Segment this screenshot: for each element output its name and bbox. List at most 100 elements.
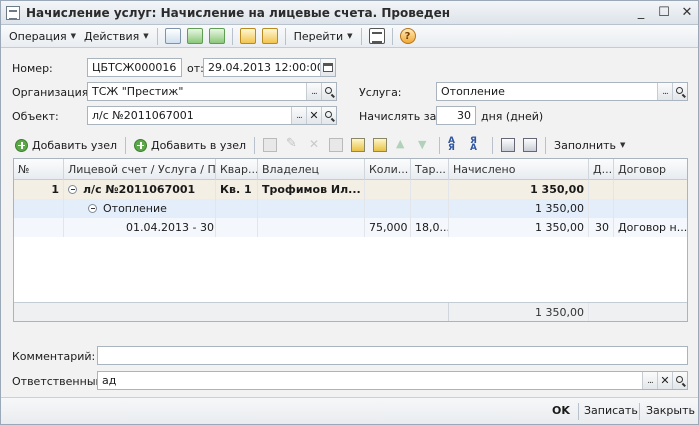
object-open-button[interactable] <box>321 107 336 124</box>
cell-apartment <box>216 199 258 218</box>
delete-icon[interactable] <box>307 137 321 152</box>
close-button[interactable]: Закрыть <box>646 404 695 417</box>
window-title: Начисление услуг: Начисление на лицевые … <box>26 6 451 20</box>
organization-label: Организация: <box>12 86 93 99</box>
object-field[interactable]: л/с №2011067001 ... ✕ <box>87 106 337 125</box>
search-icon <box>675 87 683 94</box>
move-down-icon[interactable] <box>417 138 431 152</box>
cell-contract <box>614 180 687 199</box>
object-clear-button[interactable]: ✕ <box>306 107 321 124</box>
organization-field[interactable]: ТСЖ "Престиж" ... <box>87 82 337 101</box>
calendar-button[interactable] <box>320 59 335 76</box>
service-open-button[interactable] <box>672 83 687 100</box>
responsible-field[interactable]: ад ... ✕ <box>97 371 688 390</box>
close-window-button[interactable]: ✕ <box>678 4 696 21</box>
table-header: № Лицевой счет / Услуга / П... Квар... В… <box>14 159 687 180</box>
service-field[interactable]: Отопление ... <box>436 82 688 101</box>
movements-icon[interactable] <box>239 28 256 44</box>
organization-open-button[interactable] <box>321 83 336 100</box>
level-icon[interactable] <box>373 138 388 152</box>
operation-menu[interactable]: Операция ▼ <box>5 26 80 47</box>
separator <box>254 136 256 154</box>
add-in-node-button[interactable]: Добавить в узел <box>130 135 250 156</box>
chevron-down-icon: ▼ <box>143 32 149 40</box>
date-label: от: <box>187 62 204 75</box>
list-view-icon[interactable] <box>368 28 385 44</box>
responsible-open-button[interactable] <box>672 372 687 389</box>
organization-select-button[interactable]: ... <box>306 83 321 100</box>
column-header-contract[interactable]: Договор <box>614 159 687 180</box>
accruals-table[interactable]: № Лицевой счет / Услуга / П... Квар... В… <box>13 158 688 322</box>
sort-descending-icon[interactable] <box>470 138 484 152</box>
service-value: Отопление <box>441 85 505 98</box>
number-label: Номер: <box>12 62 53 75</box>
responsible-value: ад <box>102 374 117 387</box>
search-icon <box>324 111 332 118</box>
help-icon[interactable]: ? <box>399 28 416 44</box>
print-icon[interactable] <box>501 138 516 152</box>
copy-row-icon[interactable] <box>263 138 278 152</box>
object-label: Объект: <box>12 110 59 123</box>
cell-account-text: Отопление <box>103 202 167 215</box>
ok-button[interactable]: OK <box>552 404 570 417</box>
minimize-button[interactable]: _ <box>632 4 650 21</box>
actions-menu[interactable]: Действия ▼ <box>80 26 153 47</box>
table-toolbar: Добавить узел Добавить в узел Заполнить … <box>13 134 688 156</box>
calendar-icon <box>323 63 333 72</box>
move-up-icon[interactable] <box>395 137 409 152</box>
cell-number <box>14 199 64 218</box>
collapse-icon[interactable] <box>68 185 77 194</box>
copy-document-icon[interactable] <box>208 28 225 44</box>
hierarchy-icon[interactable] <box>351 138 366 152</box>
actions-menu-label: Действия <box>84 29 140 43</box>
table-row[interactable]: 01.04.2013 - 30... 75,000 18,0... 1 350,… <box>14 218 687 237</box>
object-value: л/с №2011067001 <box>92 109 194 122</box>
separator <box>231 27 233 45</box>
date-value: 29.04.2013 12:00:00 <box>208 61 324 74</box>
column-header-quantity[interactable]: Коли... <box>365 159 411 180</box>
goto-menu[interactable]: Перейти ▼ <box>290 26 357 47</box>
column-header-account[interactable]: Лицевой счет / Услуга / П... <box>64 159 216 180</box>
dialog-button-bar: OK Записать Закрыть <box>1 397 698 424</box>
command-bar: Операция ▼ Действия ▼ Перейти ▼ ? <box>1 25 698 48</box>
collapse-icon[interactable] <box>88 204 97 213</box>
save-button[interactable]: Записать <box>584 404 638 417</box>
post-document-icon[interactable] <box>164 28 181 44</box>
edit-icon[interactable] <box>285 136 299 152</box>
accrue-days-field[interactable]: 30 <box>436 106 476 125</box>
end-edit-icon[interactable] <box>329 138 344 152</box>
add-in-node-label: Добавить в узел <box>151 138 247 152</box>
column-header-days[interactable]: Д... <box>589 159 614 180</box>
object-select-button[interactable]: ... <box>291 107 306 124</box>
sort-ascending-icon[interactable] <box>448 138 462 152</box>
column-header-owner[interactable]: Владелец <box>258 159 365 180</box>
add-node-label: Добавить узел <box>32 138 118 152</box>
comment-field[interactable] <box>97 346 688 365</box>
date-field[interactable]: 29.04.2013 12:00:00 <box>203 58 336 77</box>
service-select-button[interactable]: ... <box>657 83 672 100</box>
cell-number: 1 <box>14 180 64 199</box>
fill-menu[interactable]: Заполнить ▼ <box>550 135 629 156</box>
add-node-button[interactable]: Добавить узел <box>13 135 121 156</box>
structure-icon[interactable] <box>261 28 278 44</box>
table-row[interactable]: 1 л/с №2011067001 Кв. 1 Трофимов Ил... 1… <box>14 180 687 199</box>
settings-icon[interactable] <box>523 138 538 152</box>
organization-value: ТСЖ "Престиж" <box>92 85 184 98</box>
separator <box>125 136 127 154</box>
maximize-button[interactable]: ☐ <box>655 4 673 21</box>
refresh-icon[interactable] <box>186 28 203 44</box>
title-bar: Начисление услуг: Начисление на лицевые … <box>1 1 698 25</box>
column-header-apartment[interactable]: Квар... <box>216 159 258 180</box>
responsible-clear-button[interactable]: ✕ <box>657 372 672 389</box>
table-row[interactable]: Отопление 1 350,00 <box>14 199 687 218</box>
cell-owner <box>258 199 365 218</box>
column-header-accrued[interactable]: Начислено <box>449 159 589 180</box>
responsible-select-button[interactable]: ... <box>642 372 657 389</box>
number-field[interactable]: ЦБТСЖ000016 <box>87 58 182 77</box>
separator <box>360 27 362 45</box>
column-header-tariff[interactable]: Тар... <box>411 159 449 180</box>
cell-tariff: 18,0... <box>411 218 449 237</box>
add-icon <box>134 138 148 152</box>
cell-account: 01.04.2013 - 30... <box>64 218 216 237</box>
column-header-number[interactable]: № <box>14 159 64 180</box>
